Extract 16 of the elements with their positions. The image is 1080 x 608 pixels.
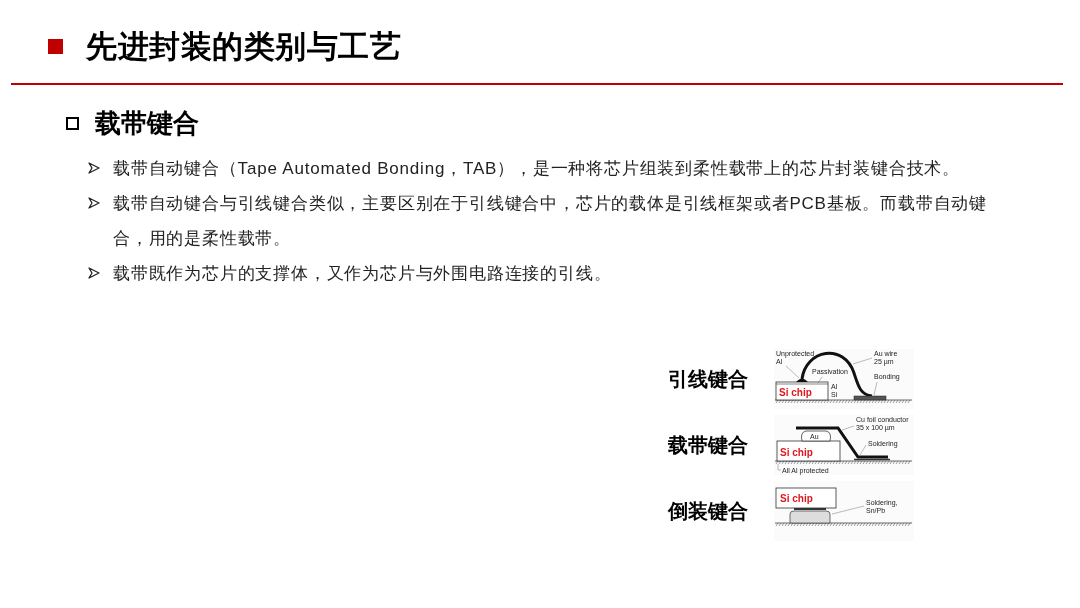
slide-title: 先进封装的类别与工艺 — [86, 27, 401, 66]
bullet-text: 载带自动键合（Tape Automated Bonding，TAB），是一种将芯片组装到柔性载带上的芯片封装键合技术。 — [113, 158, 961, 180]
figure-label: 载带键合 — [667, 433, 748, 458]
square-bullet-icon — [48, 39, 63, 54]
arrow-bullet-icon — [88, 267, 100, 279]
section-heading: 载带键合 — [95, 107, 199, 139]
bullet-text: 载带自动键合与引线键合类似，主要区别在于引线键合中，芯片的载体是引线框架或者PCB基板。而载带自动键合，用的是柔性载带。 — [113, 193, 988, 250]
chip-label: Si chip — [780, 447, 813, 458]
bullet-text: 载带既作为芯片的支撑体，又作为芯片与外围电路连接的引线。 — [113, 263, 613, 285]
figure-label: 引线键合 — [667, 367, 748, 392]
chip-label: Si chip — [780, 493, 813, 504]
arrow-bullet-icon — [88, 162, 100, 174]
figure-label: 倒装键合 — [667, 499, 748, 524]
chip-label: Si chip — [779, 387, 812, 398]
arrow-bullet-icon — [88, 197, 100, 209]
hollow-square-bullet-icon — [66, 116, 79, 130]
